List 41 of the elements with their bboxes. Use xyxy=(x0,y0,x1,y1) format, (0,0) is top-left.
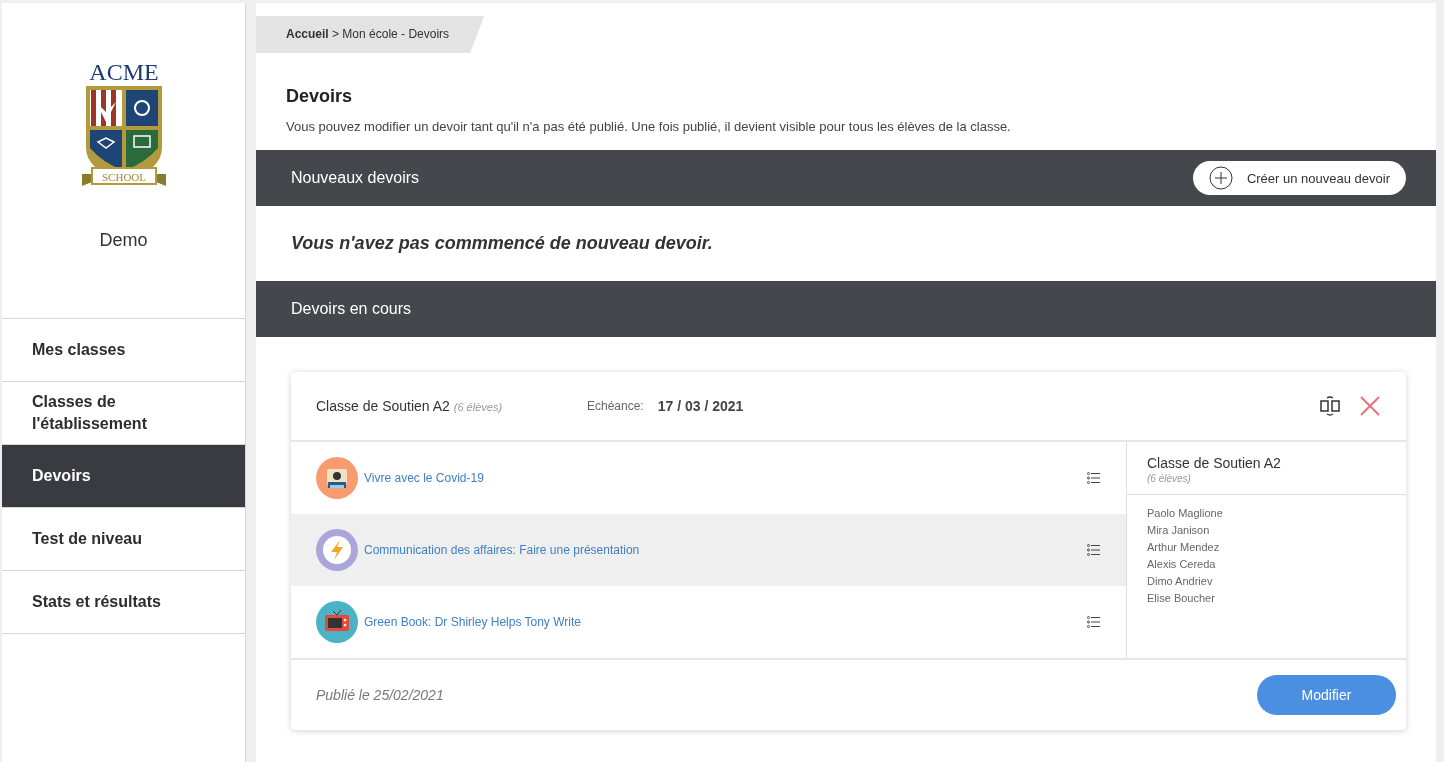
page-description: Vous pouvez modifier un devoir tant qu'il n'a pas été publié. Une fois publié, il devient visible pour tous les élèves de la classe. xyxy=(286,119,1012,134)
section-title: Devoirs en cours xyxy=(291,300,412,318)
create-assignment-button[interactable]: Créer un nouveau devoir xyxy=(1192,161,1406,195)
student-name: Alexis Cereda xyxy=(1147,557,1217,572)
nav-item[interactable]: Devoirs xyxy=(2,445,245,508)
nav-item[interactable]: Test de niveau xyxy=(2,508,245,571)
lesson-link[interactable]: Communication des affaires: Faire une présentation xyxy=(364,543,1081,557)
roster-class-name: Classe de Soutien A2 xyxy=(1147,455,1282,471)
list-icon[interactable] xyxy=(1087,616,1101,628)
lesson-row[interactable]: Green Book: Dr Shirley Helps Tony Write xyxy=(291,586,1126,658)
close-icon[interactable] xyxy=(1359,395,1381,417)
student-name: Mira Janison xyxy=(1147,523,1211,538)
swap-devices-icon[interactable] xyxy=(1319,395,1341,417)
student-name: Elise Boucher xyxy=(1147,591,1216,606)
lesson-camera-icon xyxy=(316,457,358,499)
student-name: Arthur Mendez xyxy=(1147,540,1221,555)
empty-message: Vous n'avez pas commmencé de nouveau devoir. xyxy=(290,232,714,255)
nav-item[interactable]: Mes classes xyxy=(2,319,245,382)
page-title: Devoirs xyxy=(286,86,354,107)
school-name: Demo xyxy=(99,230,148,251)
due-date: 17 / 03 / 2021 xyxy=(657,398,744,414)
lesson-tv-icon xyxy=(316,601,358,643)
modify-button[interactable]: Modifier xyxy=(1257,675,1396,715)
class-name: Classe de Soutien A2 xyxy=(316,398,450,414)
due-label: Echéance: xyxy=(587,399,644,413)
published-date: Publié le 25/02/2021 xyxy=(316,687,444,703)
student-name: Dimo Andriev xyxy=(1147,574,1214,589)
list-icon[interactable] xyxy=(1087,544,1101,556)
roster-student-count: (6 élèves) xyxy=(1147,473,1192,484)
plus-icon xyxy=(1208,166,1233,190)
student-name: Paolo Maglione xyxy=(1147,506,1224,521)
nav-item[interactable]: Stats et résultats xyxy=(2,571,245,634)
lesson-row[interactable]: Vivre avec le Covid-19 xyxy=(291,442,1126,514)
lesson-row[interactable]: Communication des affaires: Faire une présentation xyxy=(291,514,1126,586)
list-icon[interactable] xyxy=(1087,472,1101,484)
breadcrumb: Accueil > Mon école - Devoirs xyxy=(256,16,485,53)
lesson-link[interactable]: Vivre avec le Covid-19 xyxy=(364,471,1081,485)
lesson-link[interactable]: Green Book: Dr Shirley Helps Tony Write xyxy=(364,615,1081,629)
lesson-lightning-icon xyxy=(316,529,358,571)
section-title: Nouveaux devoirs xyxy=(291,169,420,187)
student-count: (6 élèves) xyxy=(453,401,503,413)
